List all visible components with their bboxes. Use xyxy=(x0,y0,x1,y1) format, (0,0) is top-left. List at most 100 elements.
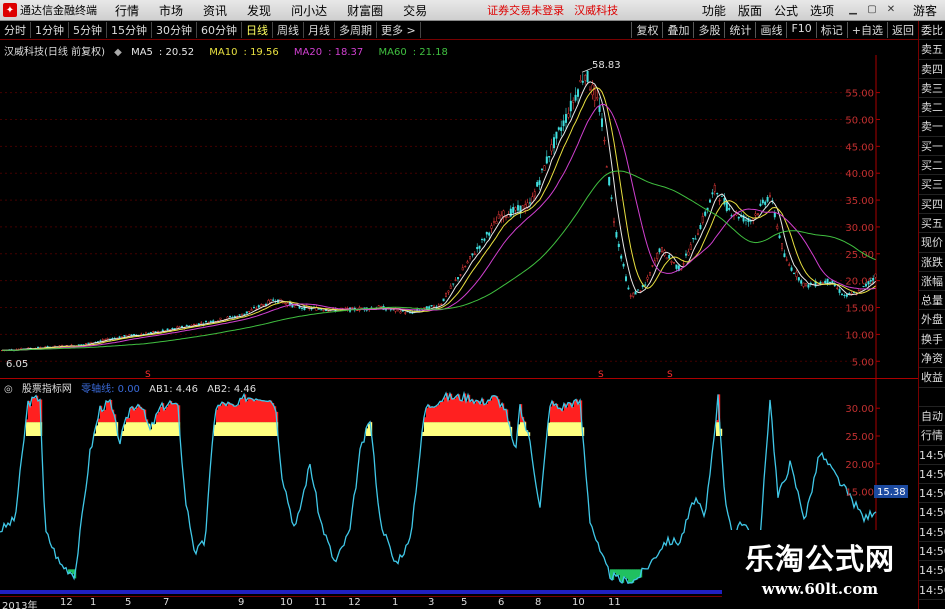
candle-body xyxy=(845,294,848,297)
candle-body xyxy=(437,304,440,307)
period-timeshare[interactable]: 分时 xyxy=(0,22,31,38)
period-weekly[interactable]: 周线 xyxy=(273,22,304,38)
candle-body xyxy=(773,212,776,218)
side-tab[interactable]: 买五 xyxy=(919,214,945,234)
mark-button[interactable]: 标记 xyxy=(815,22,847,38)
side-tab[interactable]: 14:50 xyxy=(919,523,945,543)
indicator-fill-yellow xyxy=(242,422,245,436)
side-tab[interactable]: 14:50 xyxy=(919,446,945,465)
candle-body xyxy=(865,283,868,287)
indicator-fill-green xyxy=(620,569,623,582)
f10-button[interactable]: F10 xyxy=(786,22,815,38)
side-tab[interactable]: 卖三 xyxy=(919,79,945,99)
menu-ask[interactable]: 问小达 xyxy=(291,2,327,19)
close-icon[interactable]: ✕ xyxy=(884,4,898,16)
draw-line-button[interactable]: 画线 xyxy=(755,22,786,38)
menu-news[interactable]: 资讯 xyxy=(203,2,227,19)
side-tab[interactable]: 现价 xyxy=(919,233,945,253)
indicator-fill-yellow xyxy=(140,422,143,436)
side-tab[interactable]: 净资 xyxy=(919,349,945,369)
indicator-fill-yellow xyxy=(156,422,159,436)
side-tab[interactable]: 卖二 xyxy=(919,98,945,118)
side-tab[interactable]: 买三 xyxy=(919,175,945,195)
menu-function[interactable]: 功能 xyxy=(702,2,726,19)
side-tab[interactable]: 14:50 xyxy=(919,503,945,523)
back-button[interactable]: 返回 xyxy=(887,22,918,38)
menu-discover[interactable]: 发现 xyxy=(247,2,271,19)
y-tick-label: 30.00 xyxy=(845,223,874,234)
indicator-fill-red xyxy=(452,398,455,423)
side-tab[interactable]: 行情 xyxy=(919,426,945,446)
candle-body xyxy=(161,329,164,331)
period-60min[interactable]: 60分钟 xyxy=(197,22,242,38)
login-status[interactable]: 证券交易未登录 xyxy=(487,2,564,18)
period-multi[interactable]: 多周期 xyxy=(335,22,377,38)
candle-body xyxy=(517,205,520,211)
indicator-fill-red xyxy=(264,400,267,423)
stock-label: 汉威科技(日线 前复权) xyxy=(4,47,105,58)
side-tab[interactable]: 委比 xyxy=(919,21,945,41)
indicator-fill-yellow xyxy=(232,422,235,436)
side-tab[interactable]: 买二 xyxy=(919,156,945,176)
candle-body xyxy=(788,264,791,266)
indicator-fill-yellow xyxy=(28,422,31,436)
multi-stock-button[interactable]: 多股 xyxy=(693,22,724,38)
side-tab[interactable]: 卖五 xyxy=(919,40,945,60)
candle-body xyxy=(442,298,445,302)
side-tab[interactable]: 卖四 xyxy=(919,60,945,79)
add-watchlist-button[interactable]: +自选 xyxy=(846,22,887,38)
indicator-fill-yellow xyxy=(444,422,447,436)
side-tab[interactable]: 总量 xyxy=(919,291,945,311)
side-tab[interactable]: 买一 xyxy=(919,137,945,157)
indicator-fill-red xyxy=(260,399,263,423)
candle-body xyxy=(545,156,548,164)
side-tab[interactable]: 换手 xyxy=(919,330,945,350)
y-tick-label: 15.00 xyxy=(845,488,874,499)
menu-formula[interactable]: 公式 xyxy=(774,2,798,19)
minimize-icon[interactable]: ▁ xyxy=(846,4,860,16)
indicator-fill-green xyxy=(634,569,637,580)
side-tab[interactable]: 自动 xyxy=(919,407,945,427)
menu-quotes[interactable]: 行情 xyxy=(115,2,139,19)
menu-wealth[interactable]: 财富圈 xyxy=(347,2,383,19)
indicator-fill-yellow xyxy=(142,422,145,436)
period-30min[interactable]: 30分钟 xyxy=(152,22,197,38)
stats-button[interactable]: 统计 xyxy=(724,22,755,38)
period-daily[interactable]: 日线 xyxy=(242,22,273,38)
side-tab[interactable]: 卖一 xyxy=(919,117,945,137)
side-tab[interactable]: 14:50 xyxy=(919,561,945,581)
side-tab[interactable]: 买四 xyxy=(919,195,945,214)
indicator-fill-red xyxy=(476,400,479,423)
indicator-fill-yellow xyxy=(256,422,259,436)
menu-layout[interactable]: 版面 xyxy=(738,2,762,19)
side-tab[interactable]: 涨跌 xyxy=(919,253,945,272)
side-tab[interactable]: 14:50 xyxy=(919,484,945,504)
side-tab[interactable]: 14:50 xyxy=(919,542,945,562)
side-tab[interactable]: 涨幅 xyxy=(919,272,945,292)
menu-options[interactable]: 选项 xyxy=(810,2,834,19)
guest-label[interactable]: 游客 xyxy=(913,2,937,19)
maximize-icon[interactable]: ▢ xyxy=(865,4,879,16)
period-monthly[interactable]: 月线 xyxy=(304,22,335,38)
period-15min[interactable]: 15分钟 xyxy=(107,22,152,38)
candle-body xyxy=(620,255,623,259)
menu-market[interactable]: 市场 xyxy=(159,2,183,19)
title-bar: ✦ 通达信金融终端 行情 市场 资讯 发现 问小达 财富圈 交易 证券交易未登录… xyxy=(0,0,945,21)
indicator-fill-yellow xyxy=(498,422,501,436)
period-more[interactable]: 更多 > xyxy=(377,22,421,38)
period-5min[interactable]: 5分钟 xyxy=(69,22,107,38)
side-tab[interactable] xyxy=(919,388,945,407)
price-chart[interactable]: 55.00 50.00 45.00 40.00 35.00 30.00 25.00 20.00… xyxy=(0,41,918,380)
side-tab[interactable]: 14:50 xyxy=(919,465,945,485)
indicator-fill-yellow xyxy=(168,422,171,436)
overlay-button[interactable]: 叠加 xyxy=(662,22,693,38)
side-tab[interactable]: 外盘 xyxy=(919,310,945,330)
side-tab[interactable]: 14:50 xyxy=(919,581,945,600)
side-tab[interactable]: 收益 xyxy=(919,368,945,388)
period-1min[interactable]: 1分钟 xyxy=(31,22,69,38)
indicator-fill-yellow xyxy=(500,422,503,436)
adjust-button[interactable]: 复权 xyxy=(631,22,662,38)
menu-trade[interactable]: 交易 xyxy=(403,2,427,19)
candle-body xyxy=(795,271,798,277)
indicator-fill-yellow xyxy=(450,422,453,436)
